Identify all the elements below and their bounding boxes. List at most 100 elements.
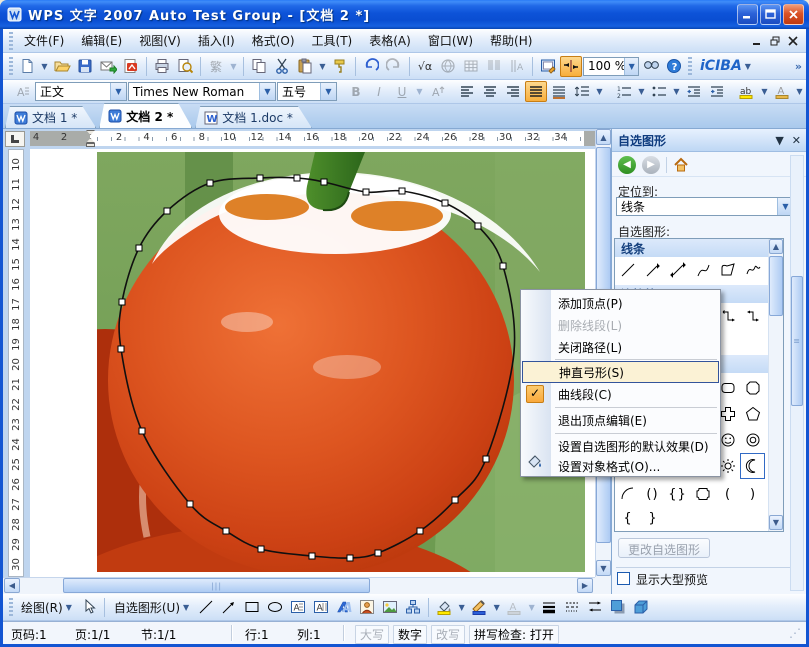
highlight-color-icon[interactable]: ab bbox=[736, 81, 758, 102]
tab-doc1-doc[interactable]: W 文档 1.doc * bbox=[195, 106, 312, 128]
shape-arc[interactable] bbox=[615, 481, 640, 507]
menu-straight-segment[interactable]: 抻直弓形(S) bbox=[522, 361, 719, 383]
vertex-handle[interactable] bbox=[139, 428, 145, 434]
pdf-export-icon[interactable] bbox=[120, 56, 142, 77]
oval-tool-icon[interactable] bbox=[264, 597, 286, 618]
vertex-handle[interactable] bbox=[500, 263, 506, 269]
line-spacing-icon[interactable] bbox=[571, 81, 593, 102]
fill-color-icon[interactable] bbox=[433, 597, 455, 618]
cherry-photo-object[interactable] bbox=[97, 152, 585, 572]
vertex-handle[interactable] bbox=[257, 175, 263, 181]
doc-restore-icon[interactable] bbox=[770, 36, 780, 46]
wps-app-icon[interactable] bbox=[6, 6, 23, 23]
fill-color-dropdown-icon[interactable]: ▼ bbox=[456, 597, 467, 618]
back-icon[interactable]: ◀ bbox=[618, 156, 636, 174]
save-icon[interactable] bbox=[74, 56, 96, 77]
clipart-icon[interactable] bbox=[356, 597, 378, 618]
toolbar-grip[interactable] bbox=[9, 57, 13, 75]
decrease-indent-icon[interactable] bbox=[683, 81, 705, 102]
style-combobox[interactable]: 正文▼ bbox=[35, 82, 127, 101]
undo-icon[interactable] bbox=[360, 56, 382, 77]
align-center-icon[interactable] bbox=[479, 81, 501, 102]
vertex-handle[interactable] bbox=[363, 189, 369, 195]
status-spellcheck[interactable]: 拼写检查: 打开 bbox=[469, 625, 559, 644]
shape-scribble[interactable] bbox=[740, 257, 765, 283]
vertex-handle[interactable] bbox=[294, 175, 300, 181]
menu-table[interactable]: 表格(A) bbox=[361, 30, 419, 51]
menu-help[interactable]: 帮助(H) bbox=[482, 30, 540, 51]
doc-close-icon[interactable] bbox=[788, 36, 798, 46]
shape-left-bracket[interactable]: ( bbox=[715, 481, 740, 507]
font-combobox[interactable]: Times New Roman▼ bbox=[128, 82, 276, 101]
vertex-handle[interactable] bbox=[475, 223, 481, 229]
vertex-handle[interactable] bbox=[258, 546, 264, 552]
dash-style-icon[interactable] bbox=[561, 597, 583, 618]
shape-double-brace[interactable]: {} bbox=[665, 481, 690, 507]
vertex-handle[interactable] bbox=[483, 456, 489, 462]
print-icon[interactable] bbox=[151, 56, 173, 77]
menu-exit-vertex-edit[interactable]: 退出顶点编辑(E) bbox=[522, 409, 719, 431]
cut-icon[interactable] bbox=[271, 56, 293, 77]
listbox-scrollbar[interactable]: ▲ ▼ bbox=[768, 239, 783, 531]
listbox-scroll-thumb[interactable] bbox=[769, 256, 783, 316]
menu-insert[interactable]: 插入(I) bbox=[190, 30, 243, 51]
line-spacing-dropdown-icon[interactable]: ▼ bbox=[594, 81, 605, 102]
print-preview-icon[interactable] bbox=[174, 56, 196, 77]
shape-curve[interactable] bbox=[690, 257, 715, 283]
vertex-handle[interactable] bbox=[136, 245, 142, 251]
vertex-handle[interactable] bbox=[309, 553, 315, 559]
pane-scroll-thumb[interactable]: ≡ bbox=[791, 276, 803, 406]
vertex-handle[interactable] bbox=[187, 501, 193, 507]
scroll-up-icon[interactable]: ▲ bbox=[596, 129, 611, 145]
large-preview-checkbox[interactable] bbox=[617, 572, 630, 585]
vertex-handle[interactable] bbox=[119, 299, 125, 305]
listbox-scroll-down-icon[interactable]: ▼ bbox=[769, 515, 783, 530]
tab-doc2-active[interactable]: 文档 2 * bbox=[99, 103, 192, 128]
font-color-dropdown-icon[interactable]: ▼ bbox=[794, 81, 805, 102]
pane-scrollbar[interactable]: ≡ bbox=[790, 155, 804, 591]
draw-menu-button[interactable]: 绘图(R)▼ bbox=[16, 597, 77, 618]
doc-minimize-icon[interactable] bbox=[752, 36, 762, 46]
vertex-handle[interactable] bbox=[399, 188, 405, 194]
shape-freeform[interactable] bbox=[715, 257, 740, 283]
size-combobox[interactable]: 五号▼ bbox=[277, 82, 337, 101]
shape-right-brace[interactable]: } bbox=[640, 505, 665, 531]
status-overtype[interactable]: 改写 bbox=[431, 625, 465, 644]
left-indent-marker[interactable] bbox=[86, 143, 95, 147]
3d-style-icon[interactable] bbox=[630, 597, 652, 618]
menu-edit[interactable]: 编辑(E) bbox=[73, 30, 130, 51]
arrow-style-icon[interactable] bbox=[584, 597, 606, 618]
bullets-icon[interactable] bbox=[648, 81, 670, 102]
justify-icon[interactable] bbox=[525, 81, 547, 102]
rectangle-tool-icon[interactable] bbox=[241, 597, 263, 618]
resize-grip[interactable]: ⋰ bbox=[789, 626, 802, 640]
minimize-button[interactable] bbox=[737, 4, 758, 25]
restore-button[interactable] bbox=[760, 4, 781, 25]
shadow-style-icon[interactable] bbox=[607, 597, 629, 618]
shape-line[interactable] bbox=[615, 257, 640, 283]
zoom-combobox[interactable]: 100 %▼ bbox=[583, 57, 639, 76]
toolbar-overflow-icon[interactable]: » bbox=[795, 60, 802, 73]
menu-window[interactable]: 窗口(W) bbox=[420, 30, 481, 51]
vertex-handle[interactable] bbox=[321, 179, 327, 185]
diagram-icon[interactable] bbox=[402, 597, 424, 618]
scroll-down-icon[interactable]: ▼ bbox=[596, 560, 611, 576]
shape-left-brace[interactable]: { bbox=[615, 505, 640, 531]
vertex-handle[interactable] bbox=[452, 497, 458, 503]
open-icon[interactable] bbox=[51, 56, 73, 77]
zoom-dropdown-icon[interactable]: ▼ bbox=[624, 58, 638, 75]
shape-double-bracket[interactable]: () bbox=[640, 481, 665, 507]
task-pane-header[interactable]: 自选图形 ▼✕ bbox=[612, 129, 807, 152]
select-objects-icon[interactable] bbox=[78, 597, 100, 618]
home-icon[interactable] bbox=[673, 157, 689, 172]
shape-plaque[interactable] bbox=[690, 481, 715, 507]
horizontal-scrollbar[interactable]: ◀ ||| ▶ bbox=[3, 577, 595, 594]
listbox-scroll-up-icon[interactable]: ▲ bbox=[769, 239, 783, 254]
iciba-menu[interactable]: iCIBA▼ bbox=[695, 56, 756, 76]
toolbar-grip[interactable] bbox=[9, 598, 13, 616]
connector-elbow-double-arrow[interactable] bbox=[740, 303, 765, 329]
shape-octagon[interactable] bbox=[740, 375, 765, 401]
menu-tools[interactable]: 工具(T) bbox=[304, 30, 361, 51]
goto-combobox[interactable]: 线条 ▼ bbox=[616, 197, 794, 216]
scroll-left-icon[interactable]: ◀ bbox=[4, 578, 20, 593]
